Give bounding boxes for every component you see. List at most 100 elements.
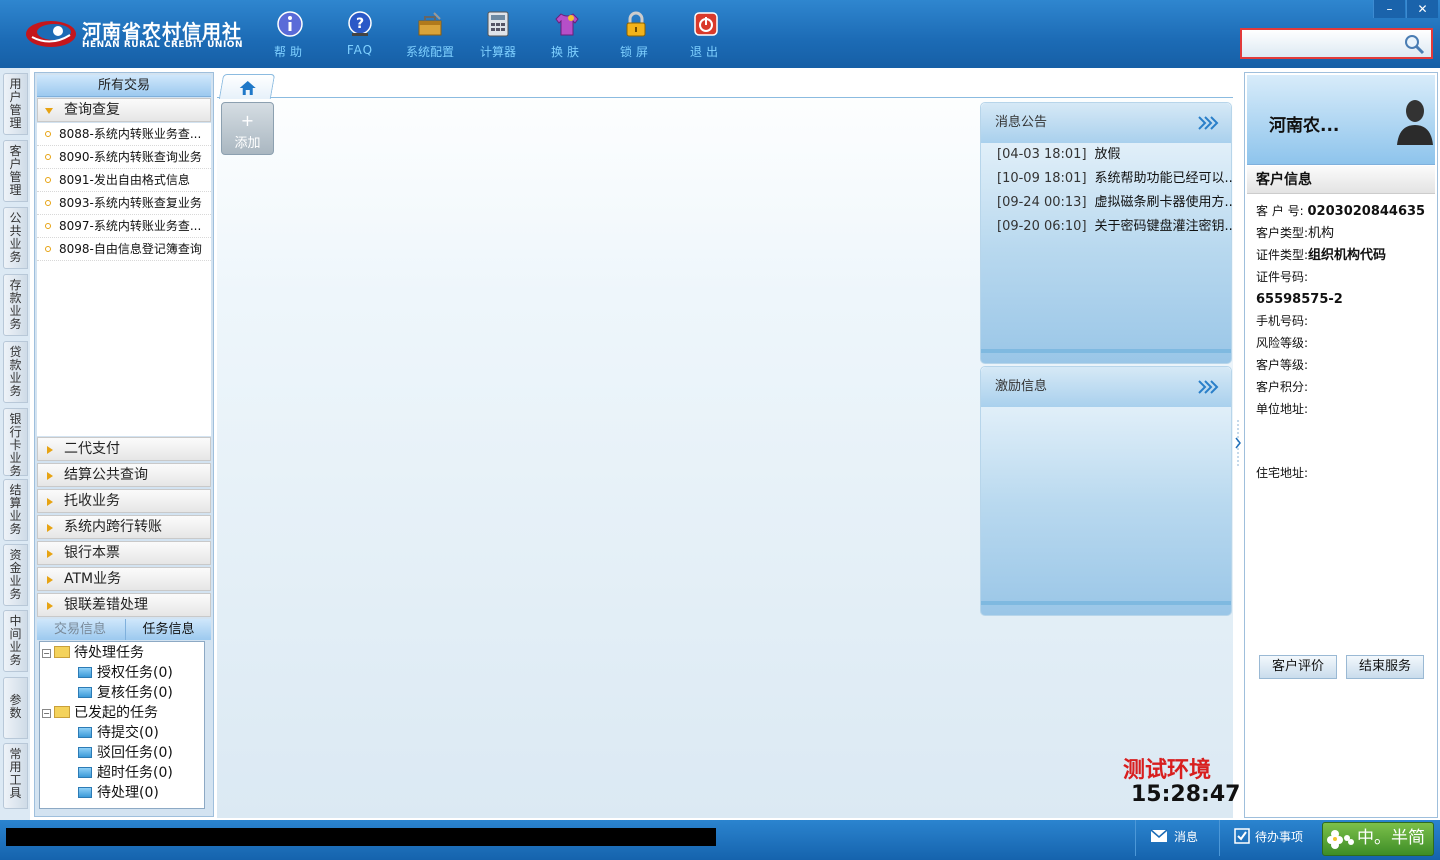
flower-icon — [1327, 830, 1354, 849]
home-icon — [239, 81, 256, 95]
exit-button[interactable]: 退出 — [673, 8, 739, 62]
notice-title: 消息公告 — [981, 103, 1231, 143]
vtab-deposit-business[interactable]: 存款业务 — [3, 274, 28, 336]
chevron-right-icon — [47, 472, 53, 480]
clock: 15:28:47 — [1131, 782, 1241, 807]
lock-screen-button[interactable]: 锁屏 — [603, 8, 669, 62]
vtab-intermediate-business[interactable]: 中间业务 — [3, 610, 28, 672]
chevron-right-icon — [47, 576, 53, 584]
list-item[interactable]: 8097-系统内转账业务查... — [37, 215, 211, 238]
app-header: 河南省农村信用社 HENAN RURAL CREDIT UNION 帮助 ? F… — [0, 0, 1440, 68]
notice-item[interactable]: [10-09 18:01] 系统帮助功能已经可以... — [997, 168, 1233, 190]
task-icon — [78, 767, 92, 778]
vtab-loan-business[interactable]: 贷款业务 — [3, 341, 28, 403]
ime-label: 中。半简 — [1357, 828, 1425, 848]
group-atm-business[interactable]: ATM业务 — [37, 567, 211, 591]
home-address-label: 住宅地址: — [1256, 466, 1309, 480]
group-interbank-transfer[interactable]: 系统内跨行转账 — [37, 515, 211, 539]
chevron-right-icon — [47, 602, 53, 610]
notice-item[interactable]: [04-03 18:01] 放假 — [997, 144, 1233, 166]
messages-button[interactable]: 消息 — [1135, 820, 1217, 856]
envelope-icon — [1150, 829, 1168, 842]
task-icon — [78, 747, 92, 758]
power-icon — [694, 12, 718, 36]
search-input[interactable] — [1246, 34, 1406, 54]
id-type: 组织机构代码 — [1308, 248, 1387, 263]
vtab-fund-business[interactable]: 资金业务 — [3, 544, 28, 606]
calculator-button[interactable]: 计算器 — [465, 8, 531, 62]
group-unionpay-error[interactable]: 银联差错处理 — [37, 593, 211, 617]
tree-node-to-process[interactable]: 待处理(0) — [78, 783, 159, 803]
tab-task-info[interactable]: 任务信息 — [125, 619, 211, 640]
folder-open-icon — [54, 706, 70, 718]
add-label: 添加 — [234, 136, 261, 151]
tab-strip — [217, 70, 1233, 99]
vtab-public-business[interactable]: 公共业务 — [3, 207, 28, 269]
end-service-button[interactable]: 结束服务 — [1346, 655, 1424, 679]
group-settlement-query[interactable]: 结算公共查询 — [37, 463, 211, 487]
chevron-right-icon — [47, 446, 53, 454]
help-icon: ? — [348, 11, 372, 36]
calculator-icon — [487, 11, 509, 37]
add-button[interactable]: + 添加 — [221, 102, 274, 155]
search-icon[interactable] — [1403, 33, 1425, 55]
list-item[interactable]: 8091-发出自由格式信息 — [37, 169, 211, 192]
todo-button[interactable]: 待办事项 — [1219, 820, 1319, 856]
tree-node-auth[interactable]: 授权任务(0) — [78, 663, 173, 683]
tab-transaction-info[interactable]: 交易信息 — [37, 619, 123, 640]
close-button[interactable]: ✕ — [1406, 0, 1438, 18]
skin-button[interactable]: 换肤 — [534, 8, 600, 62]
id-number-row: 65598575-2 — [1256, 289, 1343, 309]
system-config-button[interactable]: 系统配置 — [397, 8, 463, 62]
info-icon — [277, 11, 303, 37]
list-item[interactable]: 8090-系统内转账查询业务 — [37, 146, 211, 169]
tree-node-rejected[interactable]: 驳回任务(0) — [78, 743, 173, 763]
help-button[interactable]: 帮助 — [257, 8, 323, 62]
customer-evaluation-button[interactable]: 客户评价 — [1259, 655, 1337, 679]
toolbox-icon — [418, 12, 442, 36]
tree-node-started[interactable]: − 已发起的任务 — [42, 703, 158, 723]
customer-level-label: 客户等级: — [1256, 358, 1309, 372]
incentive-widget: 激励信息 — [980, 366, 1232, 616]
notice-item[interactable]: [09-20 06:10] 关于密码键盘灌注密钥... — [997, 216, 1233, 238]
customer-panel: 河南农... 客户信息 客 户 号: 0203020844635 客户类型:机构… — [1244, 72, 1438, 818]
double-chevron-icon[interactable] — [1197, 116, 1221, 130]
bullet-icon — [45, 246, 51, 252]
group-second-gen-payment[interactable]: 二代支付 — [37, 437, 211, 461]
chevron-right-icon — [47, 550, 53, 558]
collapse-right-panel-handle[interactable] — [1233, 420, 1243, 466]
tree-node-timeout[interactable]: 超时任务(0) — [78, 763, 173, 783]
notice-item[interactable]: [09-24 00:13] 虚拟磁条刷卡器使用方... — [997, 192, 1233, 214]
id-number: 65598575-2 — [1256, 292, 1343, 307]
group-bank-draft[interactable]: 银行本票 — [37, 541, 211, 565]
faq-button[interactable]: ? FAQ — [327, 8, 393, 62]
vtab-bank-card-business[interactable]: 银行卡业务 — [3, 408, 28, 478]
tree-node-pending[interactable]: − 待处理任务 — [42, 643, 144, 663]
svg-text:?: ? — [356, 16, 364, 32]
notice-widget: 消息公告 [04-03 18:01] 放假 [10-09 18:01] 系统帮助功能… — [980, 102, 1233, 364]
list-item[interactable]: 8088-系统内转账业务查... — [37, 123, 211, 146]
vtab-customer-management[interactable]: 客户管理 — [3, 140, 28, 202]
group-query-reply[interactable]: 查询查复 — [37, 98, 211, 122]
status-message-area — [6, 828, 716, 846]
collapse-icon[interactable]: − — [42, 649, 51, 658]
chevron-right-icon — [47, 524, 53, 532]
vtab-parameters[interactable]: 参数 — [3, 677, 28, 739]
vtab-user-management[interactable]: 用户管理 — [3, 73, 28, 135]
double-chevron-icon[interactable] — [1197, 380, 1221, 394]
list-item[interactable]: 8093-系统内转账查复业务 — [37, 192, 211, 215]
group-collection-business[interactable]: 托收业务 — [37, 489, 211, 513]
tree-node-review[interactable]: 复核任务(0) — [78, 683, 173, 703]
tree-node-to-submit[interactable]: 待提交(0) — [78, 723, 159, 743]
collapse-icon[interactable]: − — [42, 709, 51, 718]
input-method-indicator[interactable]: 中。半简 — [1322, 822, 1434, 856]
minimize-button[interactable]: – — [1373, 0, 1405, 18]
module-tabs: 用户管理 客户管理 公共业务 存款业务 贷款业务 银行卡业务 结算业务 资金业务… — [0, 68, 30, 820]
vtab-settlement-business[interactable]: 结算业务 — [3, 479, 28, 541]
vtab-common-tools[interactable]: 常用工具 — [3, 743, 28, 809]
search-box — [1240, 28, 1433, 59]
environment-label: 测试环境 — [1123, 757, 1212, 783]
customer-type: 机构 — [1308, 226, 1335, 241]
list-item[interactable]: 8098-自由信息登记簿查询 — [37, 238, 211, 261]
tab-home[interactable] — [218, 74, 276, 99]
